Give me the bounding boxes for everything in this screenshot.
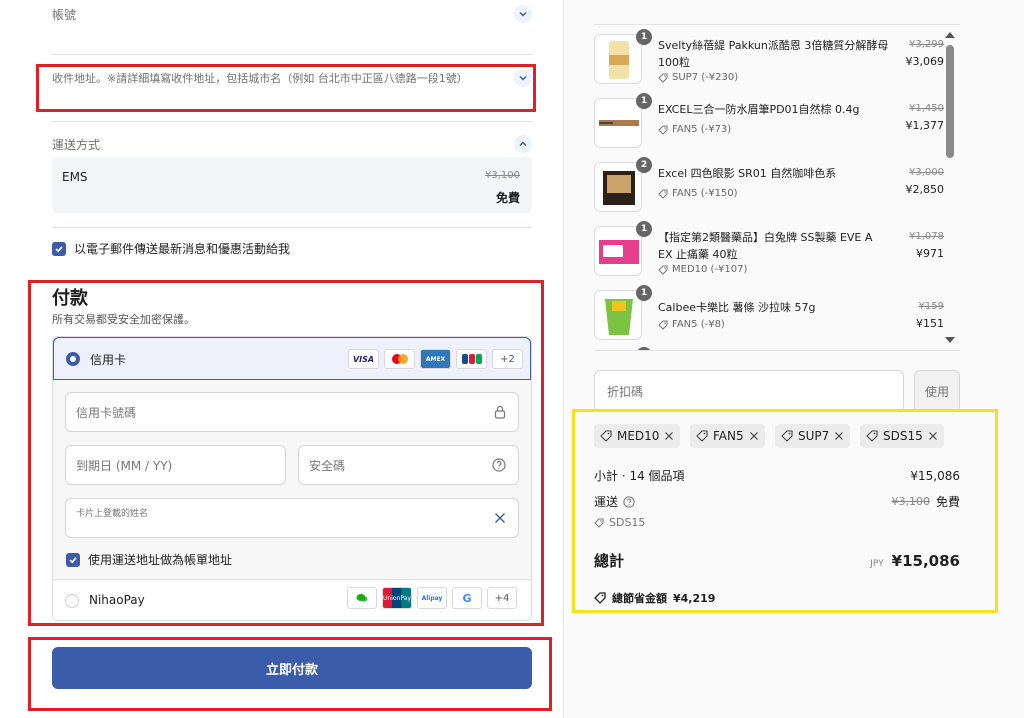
cart-item: 1 EXCEL三合一防水眉筆PD01自然棕 0.4g FAN5 (-¥73) ¥… [594,93,944,149]
newsletter-checkbox[interactable] [52,241,66,256]
apply-discount-button[interactable]: 使用 [914,370,960,412]
shipping-option[interactable]: EMS ¥3,100 免費 [52,157,532,213]
discount-code: SUP7 (-¥230) [672,72,739,83]
payment-highlight [28,280,544,626]
cart-item: 1 Svelty絲蓓緹 Pakkun派酷恩 3倍糖質分解酵母 100粒 SUP7… [594,29,944,85]
chevron-down-icon[interactable] [514,5,532,23]
shipping-header[interactable]: 運送方式 [52,134,532,154]
original-price: ¥1,078 [909,231,944,242]
quantity-badge: 2 [636,157,652,173]
quantity-badge-partial [636,347,652,350]
item-name: 【指定第2類醫藥品】白兔牌 SS製藥 EVE A EX 止痛藥 40粒 [658,231,873,261]
scroll-up-icon [945,32,955,38]
pay-button-highlight [28,637,552,711]
discount-code: FAN5 (-¥73) [672,124,732,135]
original-price: ¥3,299 [909,39,944,50]
quantity-badge: 1 [636,221,652,237]
discount-code-input[interactable]: 折扣碼 [594,370,904,412]
discount-code: FAN5 (-¥8) [672,319,725,330]
item-discount: SUP7 (-¥230) [658,72,738,83]
item-price: ¥3,069 [905,55,945,68]
account-label: 帳號 [52,7,77,22]
item-price: ¥1,377 [905,119,945,132]
tag-icon [658,73,668,83]
divider [52,227,532,228]
original-price: ¥159 [918,301,944,312]
product-thumbnail [594,34,642,84]
original-price: ¥1,450 [909,103,944,114]
tag-icon [658,265,668,275]
newsletter-row: 以電子郵件傳送最新消息和優惠活動給我 [52,240,290,257]
quantity-badge: 1 [636,285,652,301]
product-thumbnail [594,162,642,212]
shipping-original-price: ¥3,100 [485,170,520,181]
shipping-title: 運送方式 [52,137,101,152]
cart-item: 1 Calbee卡樂比 薯條 沙拉味 57g FAN5 (-¥8) ¥159 ¥… [594,285,944,341]
cart-item: 2 Excel 四色眼影 SR01 自然咖啡色系 FAN5 (-¥150) ¥3… [594,157,944,213]
item-name: Svelty絲蓓緹 Pakkun派酷恩 3倍糖質分解酵母 100粒 [658,39,889,69]
discount-placeholder: 折扣碼 [607,384,644,399]
tag-icon [658,125,668,135]
item-name: Calbee卡樂比 薯條 沙拉味 57g [658,301,816,314]
product-thumbnail [594,98,642,148]
summary-highlight [572,409,998,613]
item-discount: FAN5 (-¥8) [658,319,725,330]
item-discount: MED10 (-¥107) [658,264,747,275]
item-name: Excel 四色眼影 SR01 自然咖啡色系 [658,167,837,180]
product-thumbnail [594,226,642,276]
original-price: ¥3,000 [909,167,944,178]
item-price: ¥151 [916,317,944,330]
checkout-form: 帳號 收件地址。※請詳細填寫收件地址，包括城市名（例如 台北市中正區八德路一段1… [0,0,564,718]
quantity-badge: 1 [636,29,652,45]
discount-code: MED10 (-¥107) [672,264,748,275]
scroll-down-icon [945,337,955,343]
tag-icon [658,189,668,199]
cart-item-list: 1 Svelty絲蓓緹 Pakkun派酷恩 3倍糖質分解酵母 100粒 SUP7… [594,24,960,351]
scroll-thumb[interactable] [946,45,954,158]
discount-code: FAN5 (-¥150) [672,188,738,199]
shipping-price: 免費 [495,191,520,205]
chevron-up-icon[interactable] [514,135,532,153]
tag-icon [658,320,668,330]
item-price: ¥2,850 [905,183,945,196]
shipping-method: EMS [62,170,88,184]
item-price: ¥971 [916,247,944,260]
divider [52,54,532,55]
item-discount: FAN5 (-¥73) [658,124,731,135]
address-highlight [36,64,536,112]
item-name: EXCEL三合一防水眉筆PD01自然棕 0.4g [658,103,860,116]
newsletter-label: 以電子郵件傳送最新消息和優惠活動給我 [74,242,291,256]
item-discount: FAN5 (-¥150) [658,188,738,199]
quantity-badge: 1 [636,93,652,109]
account-select[interactable]: 帳號 [52,4,532,24]
divider [52,121,532,122]
product-thumbnail [594,290,642,340]
cart-item: 1 【指定第2類醫藥品】白兔牌 SS製藥 EVE A EX 止痛藥 40粒 ME… [594,221,944,277]
